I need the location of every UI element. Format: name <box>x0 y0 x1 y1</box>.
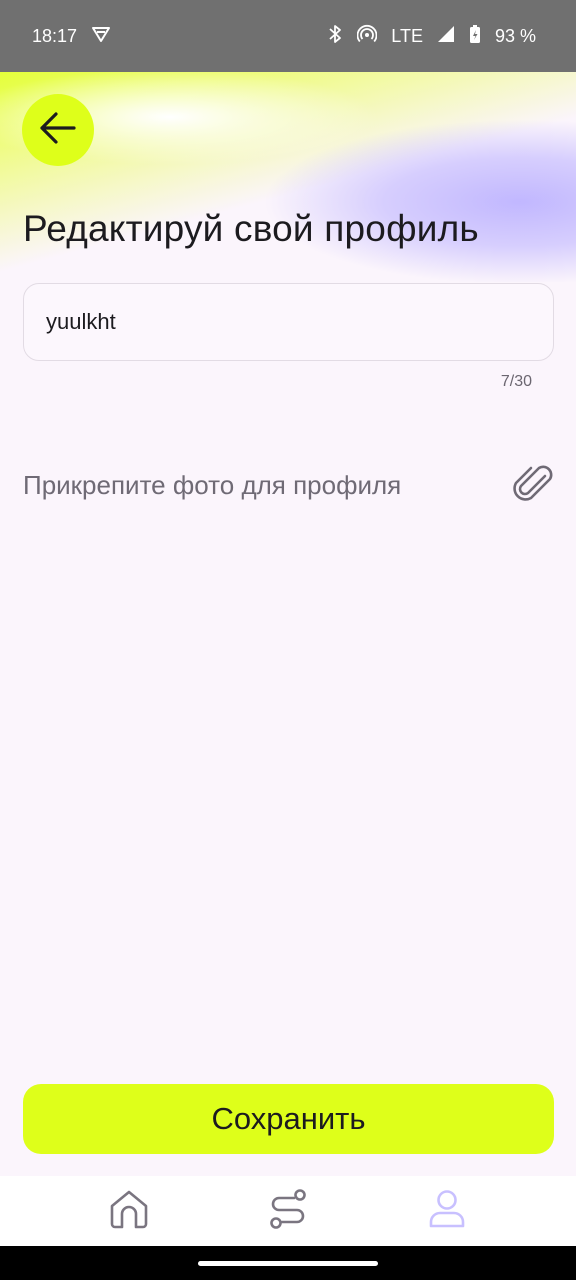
nav-routes[interactable] <box>258 1181 318 1241</box>
home-icon <box>108 1188 150 1235</box>
hotspot-icon <box>356 24 378 49</box>
paperclip-icon[interactable] <box>512 460 554 511</box>
status-bar: 18:17 LTE 93 % <box>0 0 576 72</box>
back-button[interactable] <box>22 94 94 166</box>
arrow-left-icon <box>36 106 80 155</box>
network-type: LTE <box>391 25 423 46</box>
gesture-handle[interactable] <box>198 1260 378 1266</box>
nav-profile[interactable] <box>417 1181 477 1241</box>
battery-level: 93 % <box>494 25 536 46</box>
vpn-shield-icon <box>91 24 111 49</box>
attach-photo-row[interactable]: Прикрепите фото для профиля <box>23 460 554 510</box>
battery-charging-icon <box>469 24 481 49</box>
profile-icon <box>426 1188 468 1235</box>
attach-photo-label: Прикрепите фото для профиля <box>23 469 402 500</box>
bluetooth-icon <box>327 24 343 49</box>
signal-icon <box>437 25 455 48</box>
bottom-nav <box>0 1176 576 1246</box>
gesture-bar <box>0 1246 576 1280</box>
status-time: 18:17 <box>32 25 78 46</box>
status-left: 18:17 <box>32 24 111 49</box>
page-title: Редактируй свой профиль <box>23 208 479 249</box>
char-counter: 7/30 <box>500 373 532 390</box>
status-right: LTE 93 % <box>327 24 536 49</box>
header-gradient <box>0 72 576 282</box>
name-input[interactable] <box>46 309 531 335</box>
nav-home[interactable] <box>99 1181 159 1241</box>
name-field[interactable] <box>23 283 554 361</box>
save-button[interactable]: Сохранить <box>23 1084 554 1154</box>
route-icon <box>267 1188 309 1235</box>
